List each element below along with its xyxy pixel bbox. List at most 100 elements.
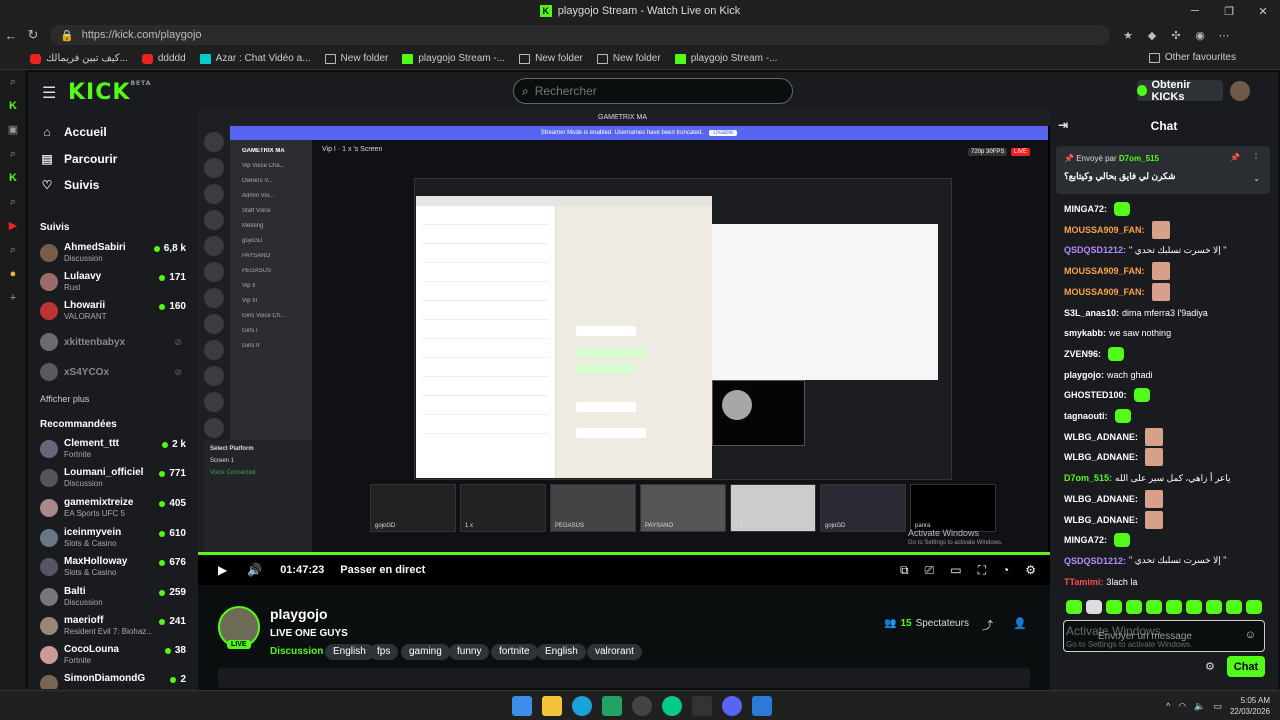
bookmark-item[interactable]: Azar : Chat Vidéo a...	[199, 53, 311, 64]
chat-settings-gear-icon[interactable]: ⚙	[1205, 660, 1215, 673]
search-icon[interactable]: ⌕	[0, 70, 26, 94]
kick-icon[interactable]: K	[0, 94, 26, 118]
search-bar[interactable]: ⌕	[513, 78, 793, 104]
url-field[interactable]: 🔒 https://kick.com/playgojo	[50, 25, 1110, 45]
chat-username[interactable]: MOUSSA909_FAN:	[1064, 266, 1145, 276]
emote-icon[interactable]	[1246, 600, 1262, 614]
chat-username[interactable]: MOUSSA909_FAN:	[1064, 287, 1145, 297]
edge-icon[interactable]	[662, 696, 682, 716]
bookmark-item[interactable]: ddddd	[141, 53, 186, 64]
volume-icon[interactable]: 🔊	[247, 563, 262, 577]
tag-pill[interactable]: valrorant	[587, 644, 642, 660]
recommended-channel[interactable]: maerioff Resident Evil 7: Biohaz... 241	[40, 615, 190, 641]
pinned-message[interactable]: 📌 Envoyé par D7om_515 شكرن لي فايق بحالي…	[1056, 146, 1270, 194]
search-icon[interactable]: ⌕	[0, 238, 26, 262]
chevron-up-icon[interactable]: ^	[1166, 701, 1170, 711]
chevron-down-icon[interactable]: ⌄	[1253, 174, 1260, 183]
kick-icon[interactable]: K	[0, 166, 26, 190]
recommended-channel[interactable]: Loumani_officiel Discussion 771	[40, 467, 190, 493]
tag-pill[interactable]: gaming	[401, 644, 450, 660]
extensions-puzzle-icon[interactable]: ✣	[1166, 29, 1186, 42]
app-icon[interactable]	[692, 696, 712, 716]
collections-icon[interactable]: ▣	[0, 118, 26, 142]
minimize-icon[interactable]: ─	[1178, 0, 1212, 22]
other-favourites[interactable]: Other favourites	[1148, 52, 1236, 63]
bookmark-item[interactable]: playgojo Stream -...	[402, 53, 505, 64]
chat-username[interactable]: QSDQSD1212:	[1064, 245, 1126, 255]
emote-icon[interactable]	[1126, 600, 1142, 614]
bookmark-folder[interactable]: New folder	[596, 53, 661, 64]
nav-home[interactable]: ⌂ Accueil	[40, 125, 106, 139]
theater-icon[interactable]: ▭	[950, 563, 961, 578]
bookmark-item[interactable]: playgojo Stream -...	[674, 53, 777, 64]
emoji-picker-icon[interactable]: ☺	[1245, 629, 1256, 641]
share-icon[interactable]: ⤴	[982, 617, 993, 633]
recommended-channel[interactable]: CocoLouna Fortnite 38	[40, 644, 190, 670]
chat-username[interactable]: ZVEN96:	[1064, 349, 1101, 359]
restore-icon[interactable]: ❐	[1212, 0, 1246, 22]
show-more-link[interactable]: Afficher plus	[40, 394, 89, 404]
chat-username[interactable]: MINGA72:	[1064, 535, 1107, 545]
recommended-channel[interactable]: SimonDiamondG 2	[40, 673, 190, 689]
youtube-icon[interactable]: ▶	[0, 214, 26, 238]
tag-pill[interactable]: English	[325, 644, 374, 660]
more-menu-icon[interactable]: ⋯	[1214, 29, 1234, 42]
search-icon[interactable]: ⌕	[0, 142, 26, 166]
recommended-channel[interactable]: gamemixtreize EA Sports UFC 5 405	[40, 497, 190, 523]
settings-gear-icon[interactable]: ⚙	[1025, 563, 1036, 578]
chat-username[interactable]: MOUSSA909_FAN:	[1064, 225, 1145, 235]
rewards-icon[interactable]: ●	[0, 262, 26, 286]
chat-username[interactable]: playgojo:	[1064, 370, 1104, 380]
followed-channel-offline[interactable]: xS4YCOx ⊘	[40, 361, 190, 387]
discord-icon[interactable]	[722, 696, 742, 716]
followed-channel-offline[interactable]: xkittenbabyx ⊘	[40, 331, 190, 357]
battery-icon[interactable]: ▭	[1213, 701, 1222, 712]
recommended-channel[interactable]: iceinmyvein Slots & Casino 610	[40, 527, 190, 553]
speed-icon[interactable]: ◔	[1002, 563, 1009, 578]
extension-icon[interactable]: ◆	[1142, 29, 1162, 42]
more-options-icon[interactable]: ⋮	[1252, 153, 1260, 162]
back-icon[interactable]: ←	[0, 28, 22, 43]
chat-username[interactable]: TTamimi:	[1064, 577, 1103, 587]
emote-icon[interactable]	[1066, 600, 1082, 614]
followed-channel[interactable]: AhmedSabiri Discussion 6,8 k	[40, 242, 190, 268]
obs-icon[interactable]	[632, 696, 652, 716]
unpin-icon[interactable]: 📌	[1230, 153, 1240, 162]
search-icon[interactable]: ⌕	[0, 190, 26, 214]
follow-user-icon[interactable]: 👤	[1013, 617, 1027, 630]
fullscreen-icon[interactable]: ⛶	[978, 563, 986, 578]
kick-logo[interactable]: KICKBETA	[68, 80, 151, 105]
file-explorer-icon[interactable]	[542, 696, 562, 716]
close-icon[interactable]: ✕	[1246, 0, 1280, 22]
favorite-star-icon[interactable]: ★	[1118, 29, 1138, 42]
refresh-icon[interactable]: ↻	[22, 27, 44, 43]
emote-icon[interactable]	[1186, 600, 1202, 614]
recommended-channel[interactable]: Clement_ttt Fortnite 2 k	[40, 438, 190, 464]
chat-username[interactable]: WLBG_ADNANE:	[1064, 452, 1138, 462]
search-input[interactable]	[534, 84, 775, 98]
chat-username[interactable]: WLBG_ADNANE:	[1064, 494, 1138, 504]
send-chat-button[interactable]: Chat	[1227, 656, 1265, 677]
streamer-name[interactable]: playgojo	[270, 606, 328, 622]
tag-pill[interactable]: fortnite	[491, 644, 538, 660]
get-kicks-button[interactable]: Obtenir KICKs	[1137, 79, 1223, 103]
chat-username[interactable]: WLBG_ADNANE:	[1064, 432, 1138, 442]
go-live-button[interactable]: Passer en direct	[340, 564, 425, 576]
speaker-icon[interactable]: 🔈	[1194, 701, 1205, 712]
followed-channel[interactable]: Lulaavy Rust 171	[40, 271, 190, 297]
tag-pill[interactable]: English	[537, 644, 586, 660]
clock[interactable]: 5:05 AM 22/03/2026	[1230, 695, 1270, 717]
edge-icon[interactable]	[572, 696, 592, 716]
emote-icon[interactable]	[1086, 600, 1102, 614]
emote-icon[interactable]	[1106, 600, 1122, 614]
recommended-channel[interactable]: Balti Discussion 259	[40, 586, 190, 612]
chat-username[interactable]: D7om_515:	[1064, 473, 1112, 483]
photos-icon[interactable]	[752, 696, 772, 716]
collapse-chat-icon[interactable]: ⇥	[1058, 118, 1068, 132]
chat-username[interactable]: smykabb:	[1064, 328, 1106, 338]
bookmark-folder[interactable]: New folder	[324, 53, 388, 64]
emote-icon[interactable]	[1166, 600, 1182, 614]
chat-username[interactable]: GHOSTED100:	[1064, 390, 1127, 400]
tag-pill[interactable]: funny	[449, 644, 490, 660]
chat-username[interactable]: MINGA72:	[1064, 204, 1107, 214]
